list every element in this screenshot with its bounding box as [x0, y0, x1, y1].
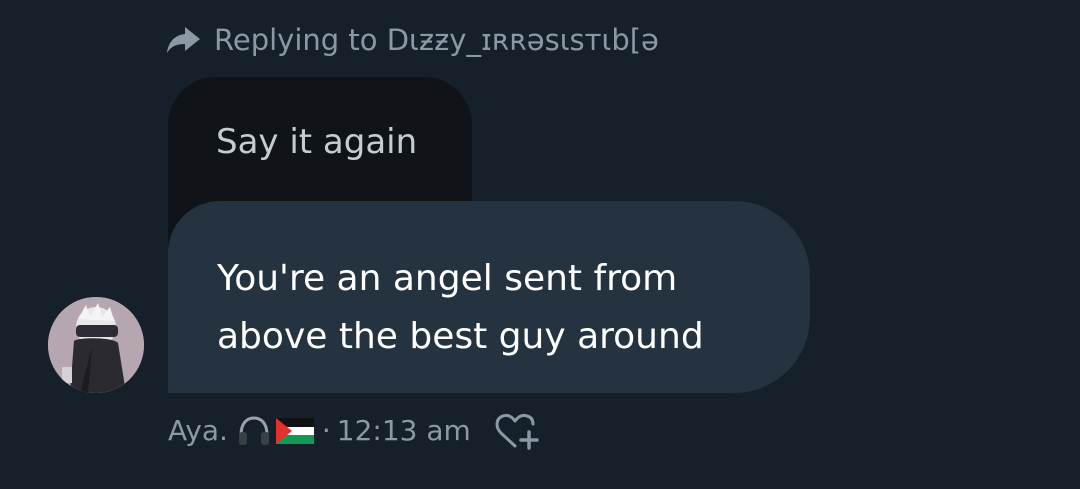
- meta-separator: ·: [321, 414, 331, 447]
- sender-name[interactable]: Aya.: [168, 411, 228, 451]
- avatar[interactable]: [48, 297, 144, 393]
- reply-arrow-icon: [167, 27, 200, 53]
- headphone-icon: [238, 416, 269, 445]
- message-line-2: above the best guy around: [217, 316, 704, 357]
- message-bubble[interactable]: You're an angel sent from above the best…: [168, 201, 810, 393]
- avatar-image: [48, 297, 144, 393]
- message-line-1: You're an angel sent from: [217, 258, 678, 299]
- quoted-message-text: Say it again: [216, 122, 418, 162]
- add-reaction-heart-icon[interactable]: [493, 410, 541, 452]
- message-timestamp: 12:13 am: [336, 414, 471, 447]
- reply-context[interactable]: Replying to Dɩƶƶy_ɪʀʀәsɩsтɩb[ә: [166, 22, 659, 58]
- message-meta: Aya. · 12:13 am: [168, 410, 541, 452]
- message-text: You're an angel sent from above the best…: [217, 250, 797, 366]
- reply-label: Replying to Dɩƶƶy_ɪʀʀәsɩsтɩb[ә: [214, 23, 659, 57]
- palestine-flag-icon: [275, 418, 314, 444]
